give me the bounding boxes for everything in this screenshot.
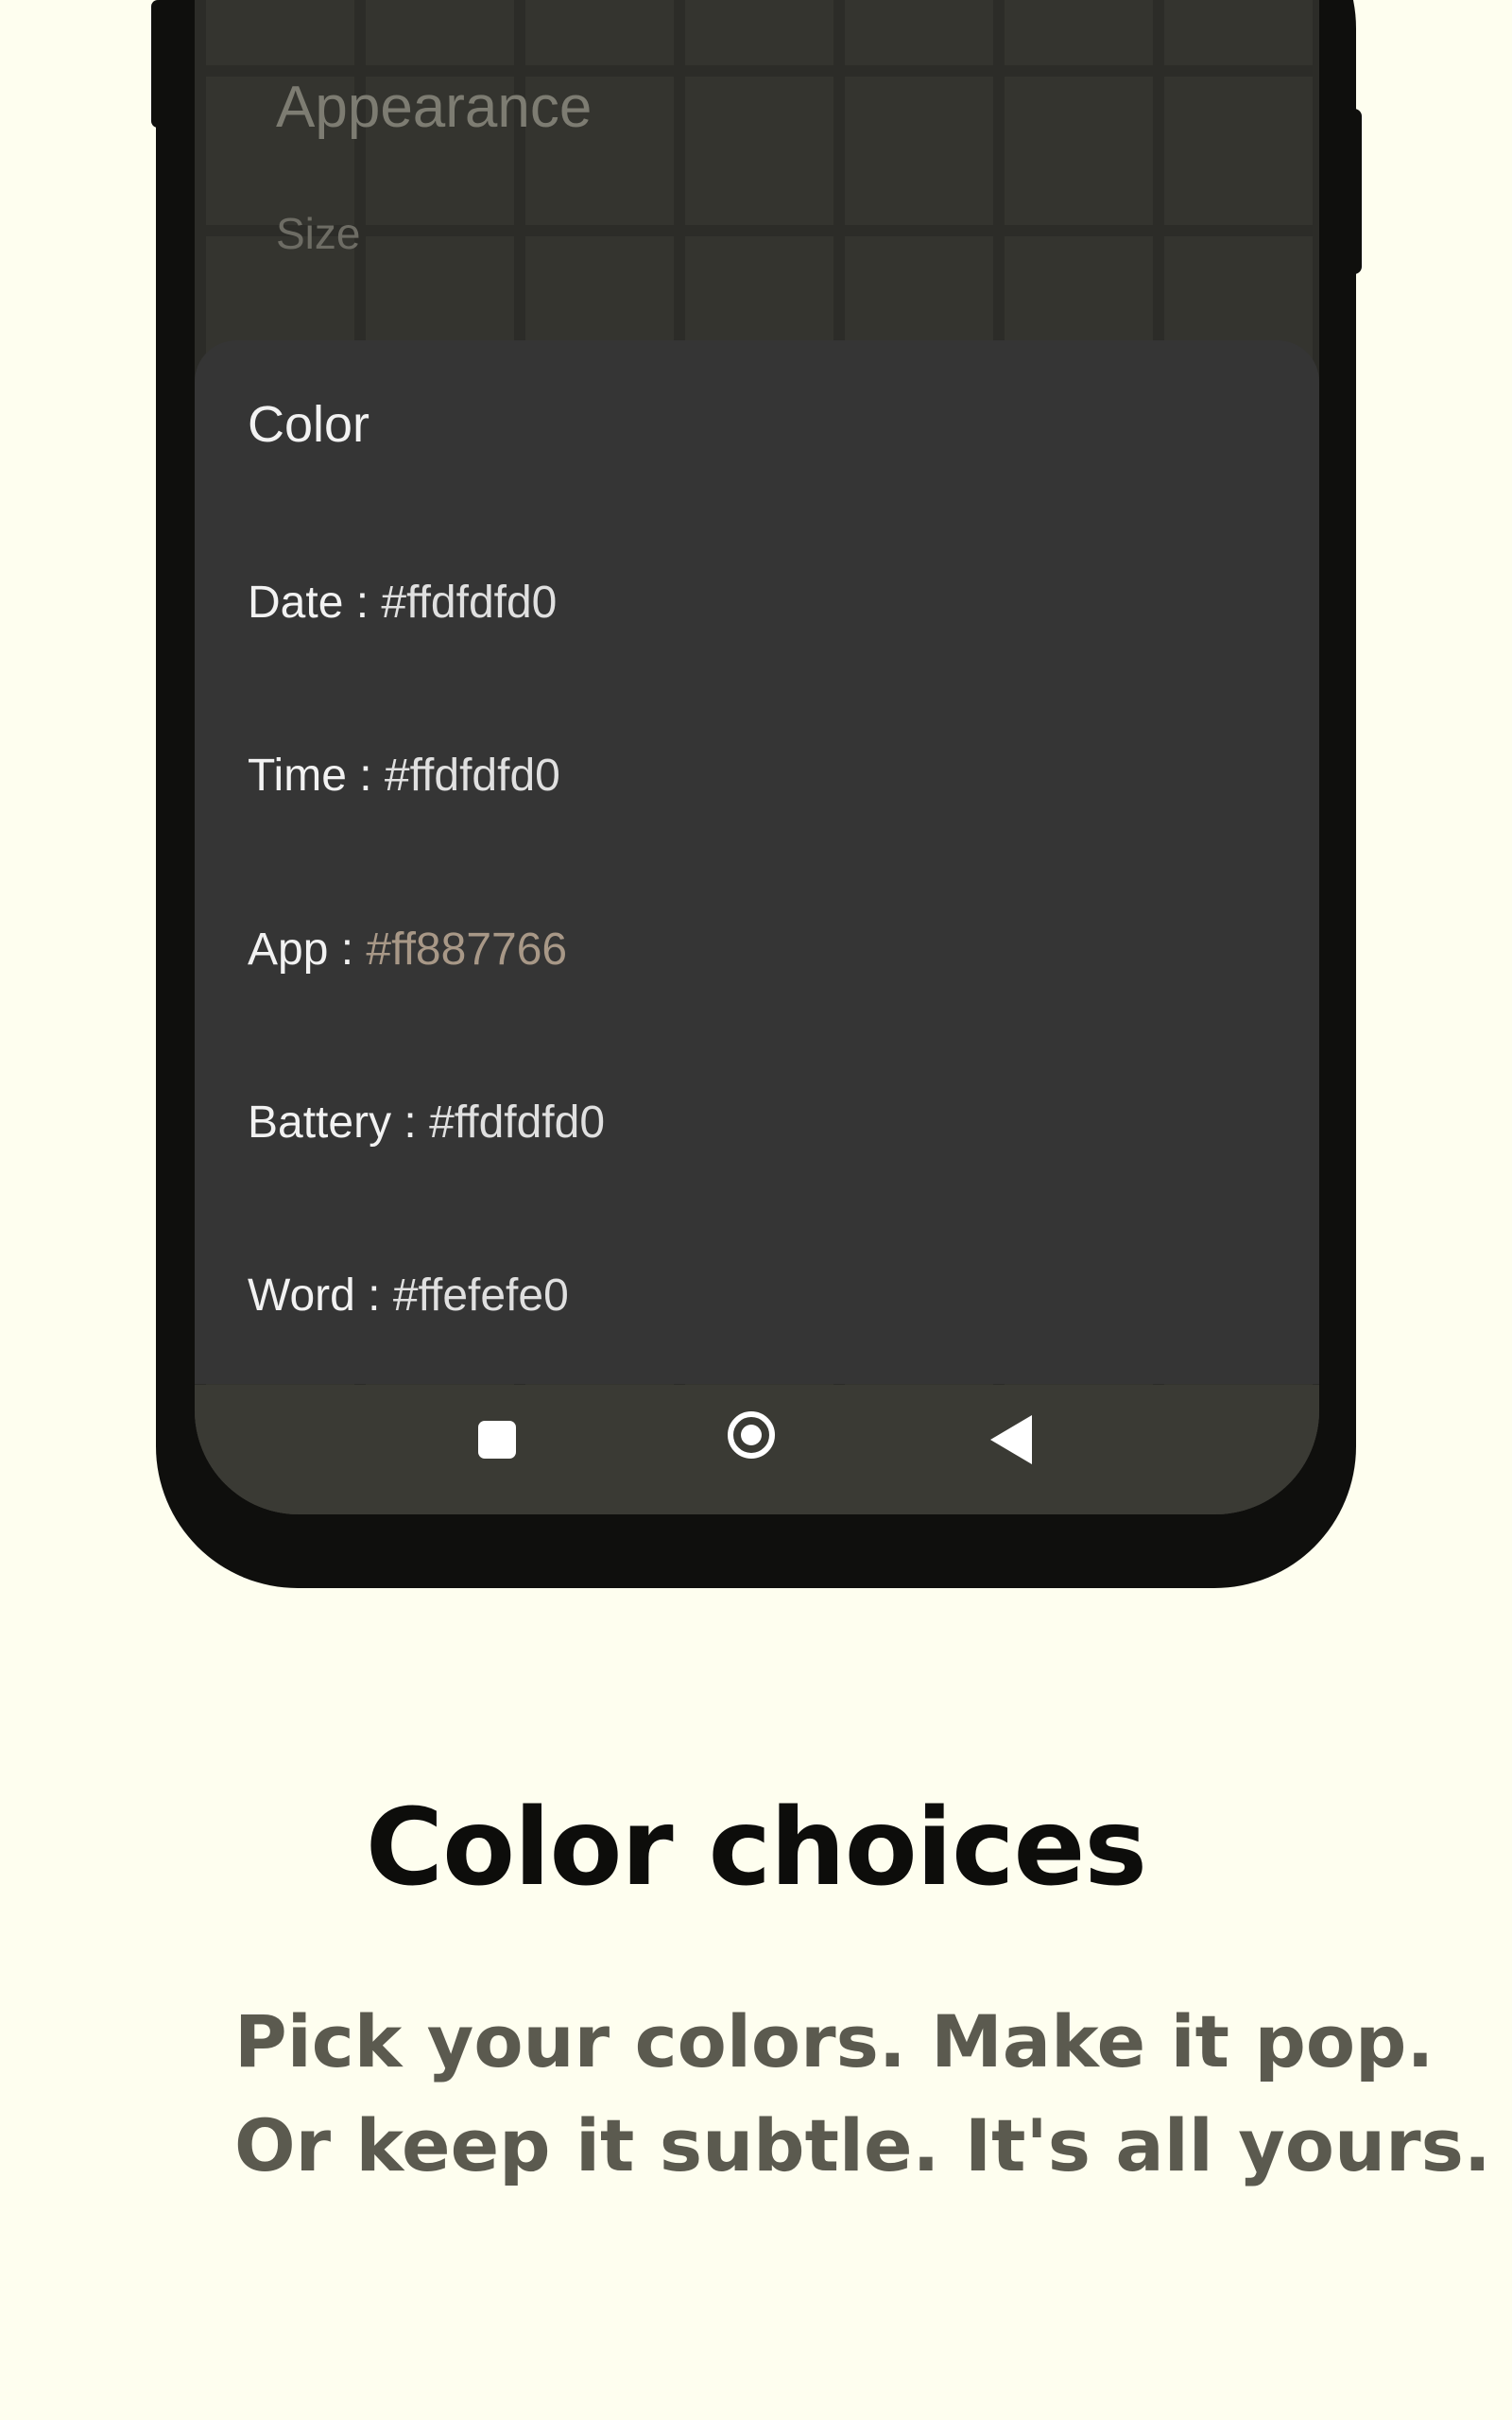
settings-size-label[interactable]: Size: [276, 208, 360, 259]
color-item-word[interactable]: Word : #ffefefe0: [248, 1270, 569, 1322]
color-item-date[interactable]: Date : #ffdfdfd0: [248, 577, 557, 629]
color-item-label: App :: [248, 925, 367, 975]
phone-screen: Appearance Size Color Date : #ffdfdfd0 T…: [195, 0, 1319, 1514]
color-dialog: Color Date : #ffdfdfd0 Time : #ffdfdfd0 …: [195, 340, 1319, 1384]
color-item-label: Date :: [248, 578, 382, 628]
color-item-app[interactable]: App : #ff887766: [248, 924, 567, 976]
color-item-label: Word :: [248, 1270, 393, 1321]
dialog-title: Color: [248, 396, 370, 453]
recents-icon[interactable]: [478, 1421, 516, 1459]
color-item-battery[interactable]: Battery : #ffdfdfd0: [248, 1097, 605, 1149]
color-item-value: #ffdfdfd0: [381, 578, 558, 628]
color-item-label: Battery :: [248, 1098, 430, 1148]
color-item-value: #ffdfdfd0: [384, 751, 560, 801]
home-icon[interactable]: [728, 1411, 775, 1459]
feature-description-line-2: Or keep it subtle. It's all yours.: [234, 2103, 1491, 2187]
color-item-label: Time :: [248, 751, 385, 801]
color-item-time[interactable]: Time : #ffdfdfd0: [248, 750, 560, 802]
feature-description-line-1: Pick your colors. Make it pop.: [234, 1999, 1435, 2083]
back-icon[interactable]: [990, 1415, 1032, 1464]
color-item-value: #ffdfdfd0: [429, 1098, 606, 1148]
settings-title: Appearance: [276, 75, 593, 140]
feature-headline: Color choices: [365, 1787, 1147, 1910]
system-nav-bar: [195, 1385, 1319, 1514]
color-item-value: #ffefefe0: [392, 1270, 569, 1321]
color-item-value: #ff887766: [366, 925, 568, 975]
